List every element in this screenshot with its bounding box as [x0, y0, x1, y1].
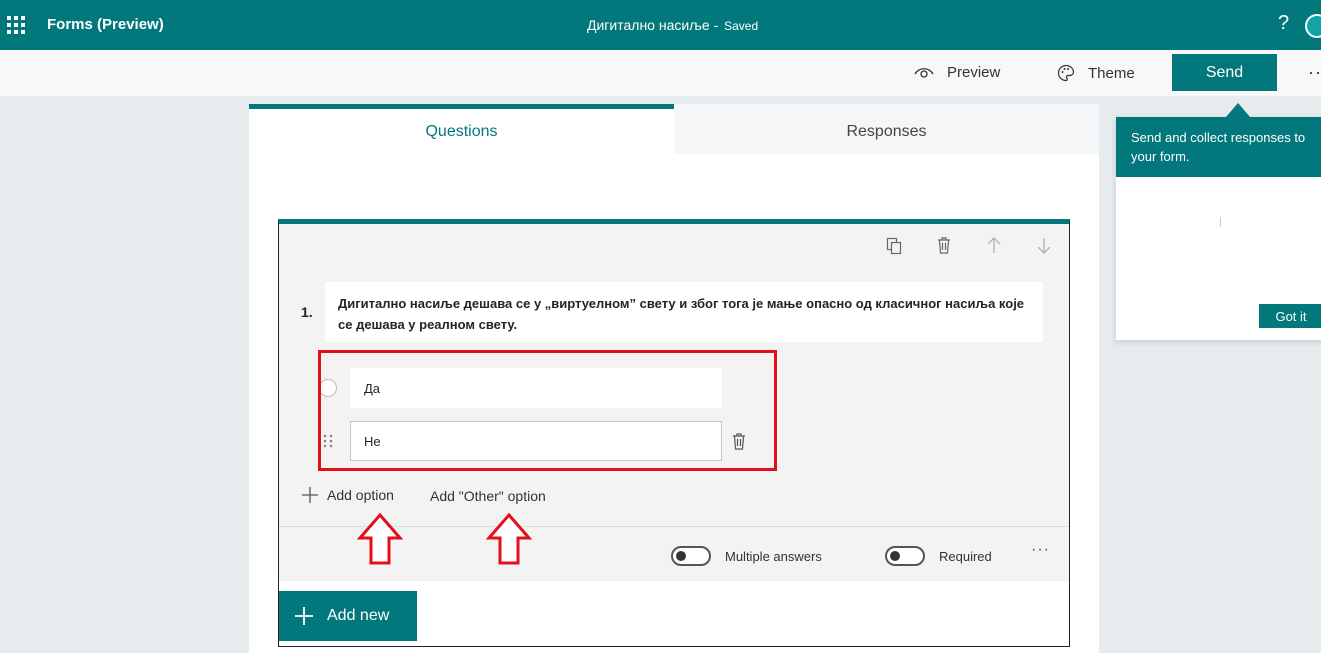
add-option-label: Add option: [327, 487, 394, 503]
question-text-input[interactable]: Дигитално насиље дешава се у „виртуелном…: [325, 282, 1043, 342]
avatar[interactable]: [1305, 14, 1321, 38]
add-other-option-button[interactable]: Add "Other" option: [430, 488, 546, 504]
highlight-box-options: [318, 350, 777, 471]
help-icon[interactable]: ?: [1278, 12, 1289, 35]
plus-icon: [302, 487, 318, 503]
add-new-button[interactable]: Add new: [279, 591, 417, 641]
arrow-up-icon: [987, 237, 1001, 253]
more-options-icon[interactable]: ···: [1308, 62, 1321, 83]
delete-question-button[interactable]: [919, 237, 969, 255]
form-title-area: Дигитално насиље - Saved: [587, 17, 758, 33]
bubble-caret: [1226, 103, 1250, 117]
plus-icon: [295, 607, 313, 625]
palette-icon: [1057, 64, 1075, 82]
form-editor-card: Questions Responses 1. Дигитално насиље …: [249, 104, 1099, 653]
app-launcher-icon[interactable]: [7, 16, 25, 34]
required-setting: Required: [885, 546, 992, 566]
bubble-text: Send and collect responses to your form.: [1116, 117, 1321, 177]
annotation-arrow-up-icon: [357, 512, 403, 565]
got-it-button[interactable]: Got it: [1259, 304, 1321, 328]
arrow-down-icon: [1037, 238, 1051, 254]
trash-icon: [938, 237, 950, 254]
required-label: Required: [939, 548, 992, 564]
title-separator: -: [713, 17, 719, 33]
send-teaching-bubble: Send and collect responses to your form.…: [1116, 117, 1321, 340]
question-number: 1.: [301, 304, 313, 320]
question-toolbar: [869, 237, 1069, 255]
app-title[interactable]: Forms (Preview): [47, 16, 164, 33]
tab-responses[interactable]: Responses: [674, 104, 1099, 154]
send-button[interactable]: Send: [1172, 54, 1277, 91]
question-more-icon[interactable]: ···: [1031, 541, 1050, 559]
command-bar: Preview Theme Send ···: [0, 50, 1321, 96]
copy-question-button[interactable]: [869, 237, 919, 255]
tab-questions[interactable]: Questions: [249, 104, 674, 154]
add-new-label: Add new: [327, 607, 390, 624]
move-up-button[interactable]: [969, 237, 1019, 255]
question-card[interactable]: 1. Дигитално насиље дешава се у „виртуел…: [278, 219, 1070, 647]
theme-button[interactable]: Theme: [1057, 64, 1135, 82]
required-toggle[interactable]: [885, 546, 925, 566]
multiple-answers-label: Multiple answers: [725, 548, 822, 564]
annotation-arrow-up-icon: [486, 512, 532, 565]
move-down-button[interactable]: [1019, 237, 1069, 255]
preview-label: Preview: [947, 64, 1001, 81]
add-option-button[interactable]: Add option: [301, 486, 394, 504]
top-header: Forms (Preview) Дигитално насиље - Saved…: [0, 0, 1321, 50]
eye-icon: [914, 67, 934, 78]
save-state: Saved: [724, 19, 759, 33]
multiple-answers-setting: Multiple answers: [671, 546, 822, 566]
preview-button[interactable]: Preview: [914, 64, 1000, 81]
bubble-image-icon: [1220, 217, 1228, 227]
multiple-answers-toggle[interactable]: [671, 546, 711, 566]
copy-icon: [886, 237, 902, 255]
theme-label: Theme: [1088, 64, 1135, 82]
form-title: Дигитално насиље: [587, 17, 710, 33]
